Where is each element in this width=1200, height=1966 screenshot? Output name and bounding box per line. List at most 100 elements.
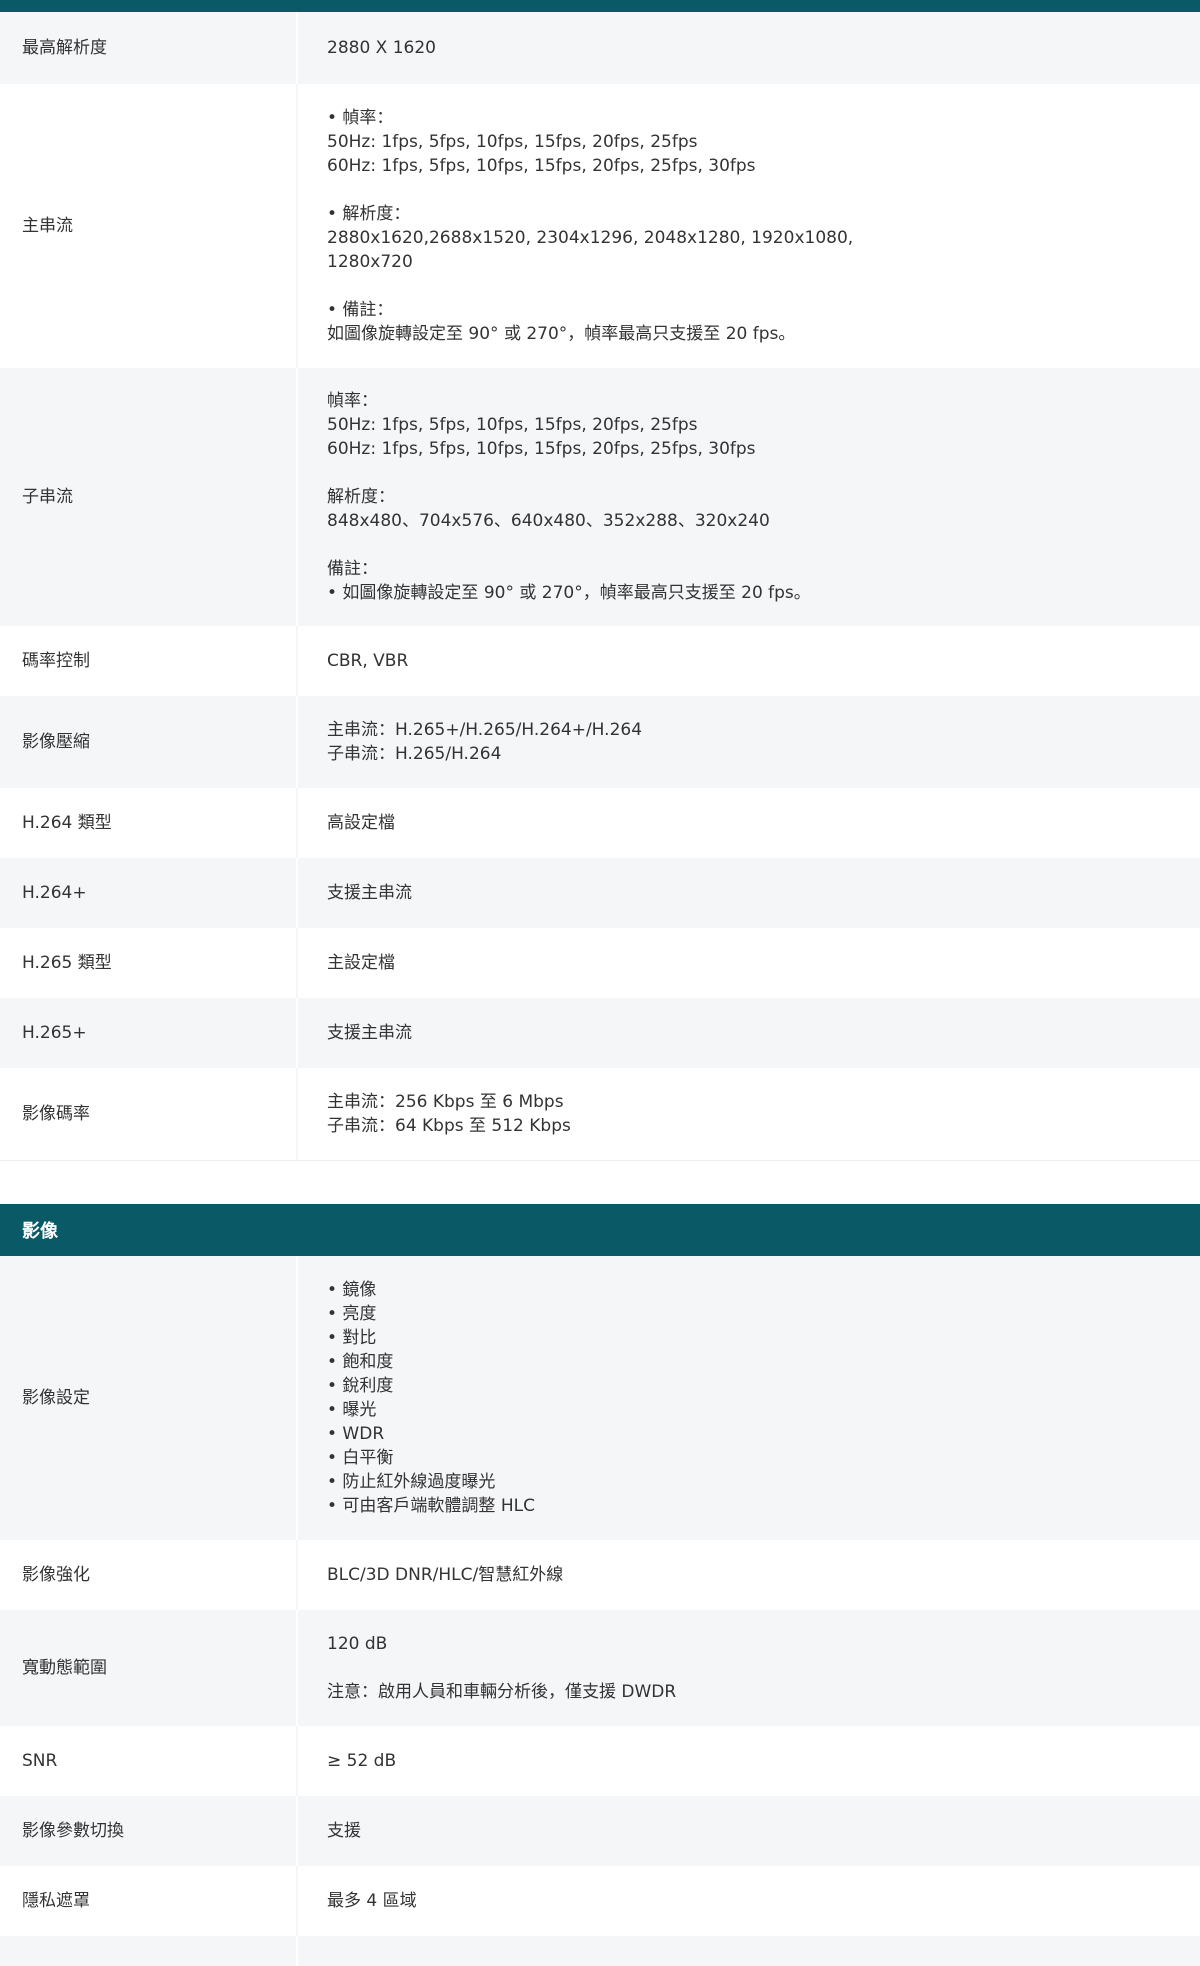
spec-value-line: 幀率：	[327, 391, 378, 411]
spec-label: 主串流	[22, 216, 73, 236]
spec-value-text: 支援	[327, 1821, 361, 1841]
spec-row-sub-stream: 子串流 幀率： 50Hz: 1fps, 5fps, 10fps, 15fps, …	[0, 368, 1200, 626]
spec-label: H.264+	[22, 883, 87, 903]
spec-label: H.265+	[22, 1023, 87, 1043]
spec-value: 支援主串流	[296, 858, 1200, 928]
spec-value-line: 主串流：H.265+/H.265/H.264+/H.264	[327, 720, 643, 740]
spec-value-line: • 亮度	[327, 1304, 377, 1324]
spec-label: 影像強化	[22, 1565, 90, 1585]
spec-label: 子串流	[22, 487, 73, 507]
spec-value: 主設定檔	[296, 928, 1200, 998]
spec-value-line: 子串流：64 Kbps 至 512 Kbps	[327, 1116, 571, 1136]
spec-row-h264-type: H.264 類型 高設定檔	[0, 788, 1200, 858]
spec-value-line: 50Hz: 1fps, 5fps, 10fps, 15fps, 20fps, 2…	[327, 415, 698, 435]
spec-row-video-bitrate: 影像碼率 主串流：256 Kbps 至 6 Mbps 子串流：64 Kbps 至…	[0, 1068, 1200, 1160]
section-header-image: 影像	[0, 1204, 1200, 1256]
spec-note-text: 注意：啟用人員和車輛分析後，僅支援 DWDR	[327, 1682, 677, 1702]
spec-row-image-settings: 影像設定 • 鏡像 • 亮度 • 對比 • 飽和度 • 銳利度 • 曝光 • W…	[0, 1256, 1200, 1540]
spec-value-text: 120 dB	[327, 1634, 388, 1654]
spec-row-main-stream: 主串流 • 幀率： 50Hz: 1fps, 5fps, 10fps, 15fps…	[0, 84, 1200, 368]
spec-row-h264-plus: H.264+ 支援主串流	[0, 858, 1200, 928]
spec-value: ≥ 52 dB	[296, 1726, 1200, 1796]
spec-value-line: 60Hz: 1fps, 5fps, 10fps, 15fps, 20fps, 2…	[327, 439, 756, 459]
spec-value-line: 50Hz: 1fps, 5fps, 10fps, 15fps, 20fps, 2…	[327, 132, 698, 152]
spec-row-snr: SNR ≥ 52 dB	[0, 1726, 1200, 1796]
spec-row-image-enhancement: 影像強化 BLC/3D DNR/HLC/智慧紅外線	[0, 1540, 1200, 1610]
spec-value-line: 60Hz: 1fps, 5fps, 10fps, 15fps, 20fps, 2…	[327, 156, 756, 176]
spec-value: BLC/3D DNR/HLC/智慧紅外線	[296, 1540, 1200, 1610]
spec-row-h265-type: H.265 類型 主設定檔	[0, 928, 1200, 998]
spec-value-line: • 備註：	[327, 300, 394, 320]
spec-row-image-param-switch: 影像參數切換 支援	[0, 1796, 1200, 1866]
spec-label: 影像壓縮	[22, 732, 90, 752]
spec-label: 影像設定	[22, 1388, 90, 1408]
spec-value: • 幀率： 50Hz: 1fps, 5fps, 10fps, 15fps, 20…	[296, 84, 1200, 368]
spec-value: 幀率： 50Hz: 1fps, 5fps, 10fps, 15fps, 20fp…	[296, 368, 1200, 626]
spec-value: CBR, VBR	[296, 626, 1200, 696]
spec-row-max-resolution: 最高解析度 2880 X 1620	[0, 12, 1200, 84]
spec-label: 碼率控制	[22, 651, 90, 671]
spec-label: 影像碼率	[22, 1104, 90, 1124]
spec-value-line: 子串流：H.265/H.264	[327, 744, 502, 764]
spec-value-line: 解析度：	[327, 487, 395, 507]
spec-value: 主串流：H.265+/H.265/H.264+/H.264 子串流：H.265/…	[296, 696, 1200, 788]
spec-value-line: • 鏡像	[327, 1280, 377, 1300]
spec-value: 支援主串流	[296, 998, 1200, 1068]
spec-value-line: • 對比	[327, 1328, 377, 1348]
spec-label: H.265 類型	[22, 953, 112, 973]
spec-value-line: • 可由客戶端軟體調整 HLC	[327, 1496, 535, 1516]
spec-value-text: 支援主串流	[327, 883, 412, 903]
spec-label: 隱私遮罩	[22, 1891, 90, 1911]
spec-value-text: 支援主串流	[327, 1023, 412, 1043]
spec-value-line: 備註：	[327, 559, 378, 579]
spec-value: 支援	[296, 1796, 1200, 1866]
spec-value-text: BLC/3D DNR/HLC/智慧紅外線	[327, 1565, 564, 1585]
spec-value-line: 1280x720	[327, 252, 413, 272]
spec-label	[0, 1936, 296, 1966]
spec-value-line: • 防止紅外線過度曝光	[327, 1472, 496, 1492]
spec-label: SNR	[22, 1751, 58, 1771]
spec-value: 高設定檔	[296, 788, 1200, 858]
spec-row-wdr: 寬動態範圍 120 dB 注意：啟用人員和車輛分析後，僅支援 DWDR	[0, 1610, 1200, 1726]
spec-value-line: • 曝光	[327, 1400, 377, 1420]
spec-label: H.264 類型	[22, 813, 112, 833]
spec-value-text: CBR, VBR	[327, 651, 409, 671]
spec-value: 120 dB 注意：啟用人員和車輛分析後，僅支援 DWDR	[296, 1610, 1200, 1726]
spec-value	[296, 1936, 1200, 1966]
spec-value-line: • 白平衡	[327, 1448, 394, 1468]
spec-value-text: ≥ 52 dB	[327, 1751, 397, 1771]
spec-label: 寬動態範圍	[22, 1658, 107, 1678]
spec-value-line: • WDR	[327, 1424, 385, 1444]
spec-value-line: • 解析度：	[327, 204, 411, 224]
spec-row-video-compression: 影像壓縮 主串流：H.265+/H.265/H.264+/H.264 子串流：H…	[0, 696, 1200, 788]
spec-value-line: • 銳利度	[327, 1376, 394, 1396]
spec-label: 最高解析度	[22, 38, 107, 58]
spec-row-partial	[0, 1936, 1200, 1966]
spec-value-text: 2880 X 1620	[327, 38, 436, 58]
top-header-bar	[0, 0, 1200, 12]
spec-value-line: 主串流：256 Kbps 至 6 Mbps	[327, 1092, 564, 1112]
spec-row-bitrate-control: 碼率控制 CBR, VBR	[0, 626, 1200, 696]
spec-value-line: 848x480、704x576、640x480、352x288、320x240	[327, 511, 770, 531]
spec-row-h265-plus: H.265+ 支援主串流	[0, 998, 1200, 1068]
spec-value-line: • 幀率：	[327, 108, 394, 128]
spec-value: 2880 X 1620	[296, 12, 1200, 84]
spec-value-line: • 如圖像旋轉設定至 90° 或 270°，幀率最高只支援至 20 fps。	[327, 583, 811, 603]
spec-value-text: 高設定檔	[327, 813, 395, 833]
section-spacer	[0, 1160, 1200, 1204]
spec-value-line: 如圖像旋轉設定至 90° 或 270°，幀率最高只支援至 20 fps。	[327, 324, 796, 344]
spec-row-privacy-mask: 隱私遮罩 最多 4 區域	[0, 1866, 1200, 1936]
spec-value-line: 2880x1620,2688x1520, 2304x1296, 2048x128…	[327, 228, 854, 248]
spec-label: 影像參數切換	[22, 1821, 124, 1841]
spec-value: 最多 4 區域	[296, 1866, 1200, 1936]
spec-value-line: • 飽和度	[327, 1352, 394, 1372]
spec-value: • 鏡像 • 亮度 • 對比 • 飽和度 • 銳利度 • 曝光 • WDR • …	[296, 1256, 1200, 1540]
spec-value-text: 主設定檔	[327, 953, 395, 973]
spec-value-text: 最多 4 區域	[327, 1891, 417, 1911]
spec-value: 主串流：256 Kbps 至 6 Mbps 子串流：64 Kbps 至 512 …	[296, 1068, 1200, 1160]
